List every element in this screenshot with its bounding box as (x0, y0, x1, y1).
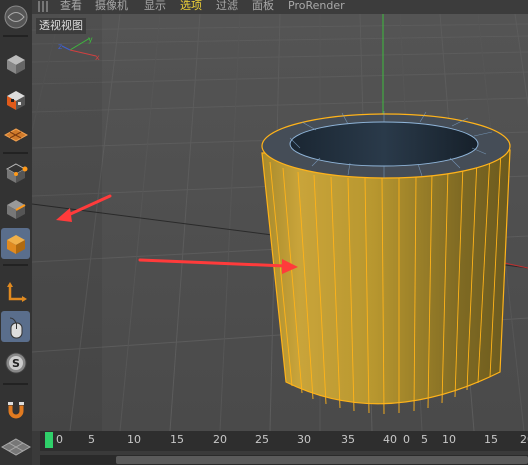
toolbar-divider (3, 152, 28, 154)
menu-camera[interactable]: 摄像机 (95, 0, 128, 13)
tick-label: 10 (442, 433, 456, 446)
viewport-canvas[interactable]: y x z (32, 14, 528, 431)
grid-icon (1, 438, 31, 456)
axis-icon (6, 281, 27, 302)
toolbar-divider (3, 35, 28, 37)
points-mode-button[interactable] (1, 157, 30, 188)
cube-icon (6, 54, 25, 74)
edges-mode-button[interactable] (1, 193, 30, 224)
viewport-name-label[interactable]: 透视视图 (36, 18, 86, 34)
tick-label: 25 (255, 433, 269, 446)
tick-label: 30 (297, 433, 311, 446)
tick-label: 5 (88, 433, 95, 446)
logo-icon (2, 2, 30, 32)
perspective-viewport[interactable]: y x z 透视视图 (32, 14, 528, 431)
cube-mode-button[interactable] (1, 48, 30, 79)
menu-grip-icon[interactable] (38, 1, 50, 12)
menu-prorender[interactable]: ProRender (288, 0, 345, 13)
axis-y-label: y (88, 35, 93, 44)
toolbar-divider (3, 264, 28, 266)
tick-label: 20 (213, 433, 227, 446)
svg-text:S: S (12, 357, 20, 370)
timeline[interactable]: 0 5 10 15 20 25 30 35 40 0 5 10 15 20 (0, 431, 528, 465)
current-frame-marker[interactable] (45, 432, 53, 448)
tick-label: 0 (56, 433, 63, 446)
cylinder-object (261, 111, 511, 415)
texture-mode-button[interactable] (1, 84, 30, 115)
timeline-left-panel (0, 431, 32, 465)
grid-plane-icon (3, 127, 28, 142)
tick-label: 35 (341, 433, 355, 446)
menu-filter[interactable]: 过滤 (216, 0, 238, 13)
axis-z-label: z (58, 42, 62, 51)
tick-label: 40 (383, 433, 397, 446)
tweak-mode-button[interactable] (1, 311, 30, 342)
toolbar-divider (3, 383, 28, 385)
menu-panel[interactable]: 面板 (252, 0, 274, 13)
magnet-button[interactable] (1, 393, 30, 424)
timeline-scroll-thumb[interactable] (116, 456, 528, 464)
tick-label: 15 (170, 433, 184, 446)
snap-button[interactable]: S (1, 347, 30, 378)
magnet-icon (7, 401, 24, 419)
points-cube-icon (5, 162, 27, 183)
tick-label: 20 (520, 433, 528, 446)
checker-cube-icon (6, 90, 25, 110)
viewport-menubar: 查看 摄像机 显示 选项 过滤 面板 ProRender (0, 0, 528, 14)
edges-cube-icon (6, 199, 25, 219)
menu-options[interactable]: 选项 (180, 0, 202, 13)
menu-display[interactable]: 显示 (144, 0, 166, 13)
polygon-cube-icon (6, 234, 25, 254)
workplane-mode-button[interactable] (1, 119, 30, 150)
tick-label: 15 (484, 433, 498, 446)
menu-view[interactable]: 查看 (60, 0, 82, 13)
tick-label: 5 (421, 433, 428, 446)
snap-icon: S (5, 352, 26, 373)
axis-mode-button[interactable] (1, 276, 30, 307)
left-toolbar: S (0, 0, 32, 435)
axis-x-label: x (95, 53, 100, 62)
mouse-icon (9, 317, 22, 338)
tick-label: 10 (127, 433, 141, 446)
tick-label: 0 (403, 433, 410, 446)
polygons-mode-button[interactable] (1, 228, 30, 259)
